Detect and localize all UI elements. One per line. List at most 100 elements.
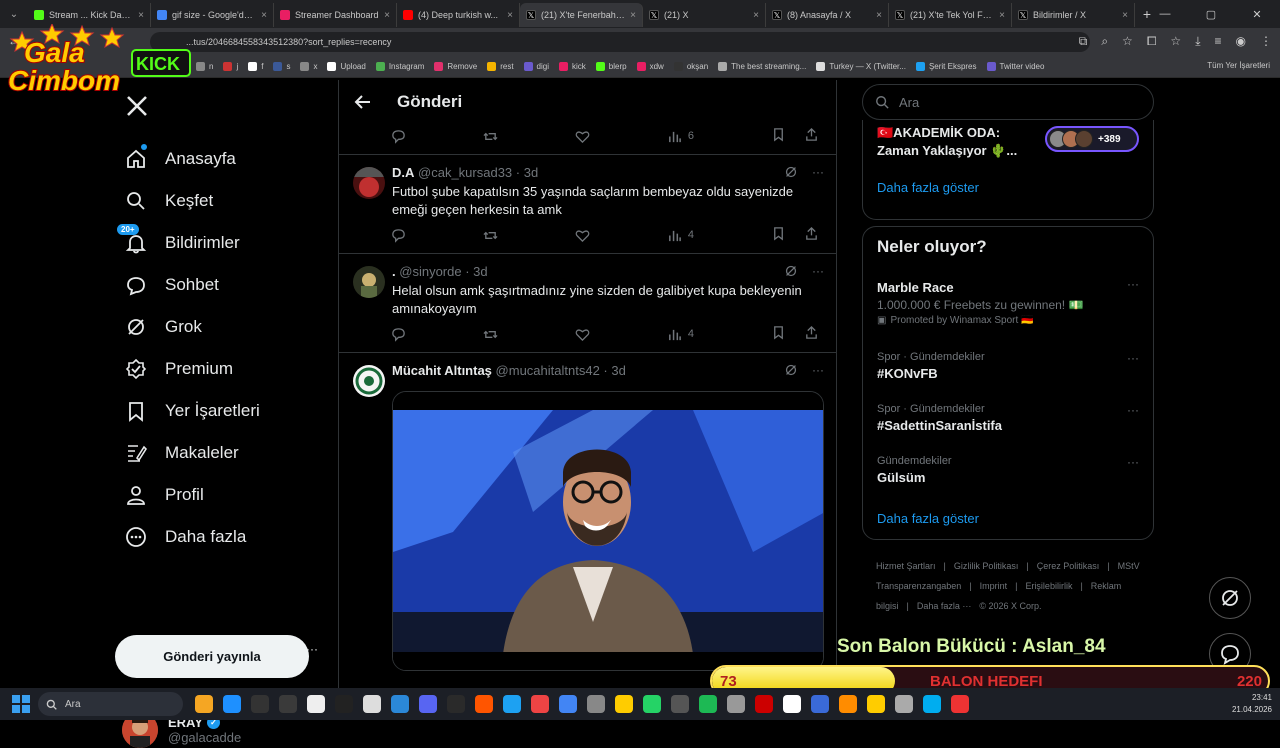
author-name[interactable]: . <box>392 264 396 279</box>
trend-more-icon[interactable]: ··· <box>1127 351 1139 365</box>
sidebar-item-bildirimler[interactable]: 20+ Bildirimler <box>115 222 260 264</box>
browser-tab[interactable]: 𝕏 Bildirimler / X × <box>1012 3 1135 27</box>
share-icon[interactable] <box>804 325 819 343</box>
footer-link[interactable]: Çerez Politikası <box>1037 561 1100 571</box>
grok-explain-icon[interactable] <box>784 363 798 380</box>
share-icon[interactable] <box>804 127 819 145</box>
bookmark-item[interactable]: The best streaming... <box>718 62 806 71</box>
footer-link[interactable]: Hizmet Şartları <box>876 561 936 571</box>
bookmark-item[interactable]: Upload <box>327 62 366 71</box>
space-title[interactable]: 🇹🇷AKADEMİK ODA: Zaman Yaklaşıyor 🌵... <box>877 124 1037 160</box>
tweet-time[interactable]: · 3d <box>465 264 487 279</box>
taskbar-app-icon[interactable] <box>559 695 577 713</box>
sidebar-item-daha-fazla[interactable]: Daha fazla <box>115 516 260 558</box>
post-button[interactable]: Gönderi yayınla <box>115 635 309 678</box>
space-listeners-pill[interactable]: +389 <box>1045 126 1139 152</box>
windows-start-icon[interactable] <box>12 695 30 713</box>
tab-close-icon[interactable]: × <box>753 10 759 21</box>
tab-close-icon[interactable]: × <box>876 10 882 21</box>
avatar[interactable] <box>353 167 385 199</box>
bookmark-item[interactable]: n <box>196 62 213 71</box>
taskbar-app-icon[interactable] <box>251 695 269 713</box>
taskbar-search[interactable]: Ara <box>38 692 183 716</box>
trend-item[interactable]: Spor · Gündemdekiler #KONvFB ··· <box>877 351 1139 381</box>
reply-tweet[interactable]: . @sinyorde · 3d ··· Helal olsun amk şaşır… <box>339 254 836 353</box>
browser-tab[interactable]: 𝕏 (21) X'te Fenerbahçe... × <box>520 3 643 27</box>
bookmark-item[interactable]: rest <box>487 62 514 71</box>
bookmark-item[interactable]: j <box>223 62 238 71</box>
reply-tweet[interactable]: Mücahit Altıntaş @mucahitaltnts42 · 3d ··… <box>339 353 836 688</box>
bookmark-item[interactable]: Remove <box>434 62 477 71</box>
taskbar-app-icon[interactable] <box>195 695 213 713</box>
tab-close-icon[interactable]: × <box>630 10 636 21</box>
taskbar-app-icon[interactable] <box>279 695 297 713</box>
star-icon[interactable]: ☆ <box>1122 34 1133 49</box>
media-icon[interactable]: ≡ <box>1215 34 1222 49</box>
minimize-icon[interactable]: — <box>1142 8 1188 20</box>
browser-tab[interactable]: (4) Deep turkish w... × <box>397 3 520 27</box>
author-name[interactable]: Mücahit Altıntaş <box>392 363 492 378</box>
taskbar-app-icon[interactable] <box>531 695 549 713</box>
taskbar-app-icon[interactable] <box>727 695 745 713</box>
taskbar-app-icon[interactable] <box>419 695 437 713</box>
like-icon[interactable] <box>575 228 590 243</box>
bookmark-item[interactable]: s <box>273 62 290 71</box>
views-stat[interactable]: 4 <box>667 327 694 342</box>
tweet-time[interactable]: · 3d <box>603 363 625 378</box>
repost-icon[interactable] <box>483 327 498 342</box>
url-field[interactable]: ...tus/2046684558343512380?sort_replies=… <box>150 32 1090 52</box>
footer-link[interactable]: Erişilebilirlik <box>1025 581 1072 591</box>
browser-tab[interactable]: Streamer Dashboard × <box>274 3 397 27</box>
views-stat[interactable]: 4 <box>667 228 694 243</box>
author-handle[interactable]: @sinyorde <box>399 264 461 279</box>
browser-tab[interactable]: 𝕏 (21) X'te Tek Yol FENE...× <box>889 3 1012 27</box>
bookmark-icon[interactable] <box>771 226 786 244</box>
bookmark-item[interactable]: Instagram <box>375 62 424 71</box>
trend-item[interactable]: Marble Race 1.000.000 € Freebets zu gewin… <box>877 277 1139 326</box>
footer-link[interactable]: Imprint <box>980 581 1008 591</box>
bookmark-item[interactable]: digi <box>523 62 549 71</box>
download-icon[interactable]: ⤓ <box>1195 34 1200 49</box>
tab-close-icon[interactable]: × <box>261 10 267 21</box>
grok-fab[interactable] <box>1209 577 1251 619</box>
sidebar-item-sohbet[interactable]: Sohbet <box>115 264 260 306</box>
sidebar-item-keşfet[interactable]: Keşfet <box>115 180 260 222</box>
author-name[interactable]: D.A <box>392 165 414 180</box>
back-arrow-icon[interactable] <box>353 92 373 112</box>
footer-link[interactable]: © 2026 X Corp. <box>979 601 1041 611</box>
taskbar-app-icon[interactable] <box>615 695 633 713</box>
trend-more-icon[interactable]: ··· <box>1127 455 1139 469</box>
taskbar-app-icon[interactable] <box>755 695 773 713</box>
tweet-video[interactable] <box>392 391 824 671</box>
show-more-trends-link[interactable]: Daha fazla göster <box>877 511 979 526</box>
trend-more-icon[interactable]: ··· <box>1127 277 1139 291</box>
bookmark-item[interactable]: okşan <box>673 62 708 71</box>
taskbar-app-icon[interactable] <box>587 695 605 713</box>
profile-avatar-icon[interactable]: ◉ <box>1236 34 1246 49</box>
tab-close-icon[interactable]: × <box>507 10 513 21</box>
menu-icon[interactable]: ⋮ <box>1260 34 1272 49</box>
repost-icon[interactable] <box>483 129 498 144</box>
like-icon[interactable] <box>575 129 590 144</box>
taskbar-app-icon[interactable] <box>895 695 913 713</box>
show-more-link[interactable]: Daha fazla göster <box>877 180 979 195</box>
more-options-icon[interactable]: ··· <box>812 363 824 380</box>
sidebar-item-makaleler[interactable]: Makaleler <box>115 432 260 474</box>
reply-icon[interactable] <box>391 228 406 243</box>
extensions-icon[interactable]: ⧠ <box>1147 34 1157 49</box>
like-icon[interactable] <box>575 327 590 342</box>
bookmark-item[interactable]: Twitter video <box>986 62 1044 71</box>
footer-link[interactable]: Gizlilik Politikası <box>954 561 1019 571</box>
taskbar-app-icon[interactable] <box>307 695 325 713</box>
author-handle[interactable]: @mucahitaltnts42 <box>496 363 600 378</box>
search-input[interactable]: Ara <box>862 84 1154 120</box>
x-logo-icon[interactable] <box>125 94 149 118</box>
trend-item[interactable]: Gündemdekiler Gülsüm ··· <box>877 455 1139 485</box>
tab-close-icon[interactable]: × <box>138 10 144 21</box>
tab-close-icon[interactable]: × <box>1122 10 1128 21</box>
close-window-icon[interactable]: ✕ <box>1234 8 1280 21</box>
taskbar-app-icon[interactable] <box>363 695 381 713</box>
taskbar-app-icon[interactable] <box>503 695 521 713</box>
avatar[interactable] <box>353 266 385 298</box>
trend-more-icon[interactable]: ··· <box>1127 403 1139 417</box>
